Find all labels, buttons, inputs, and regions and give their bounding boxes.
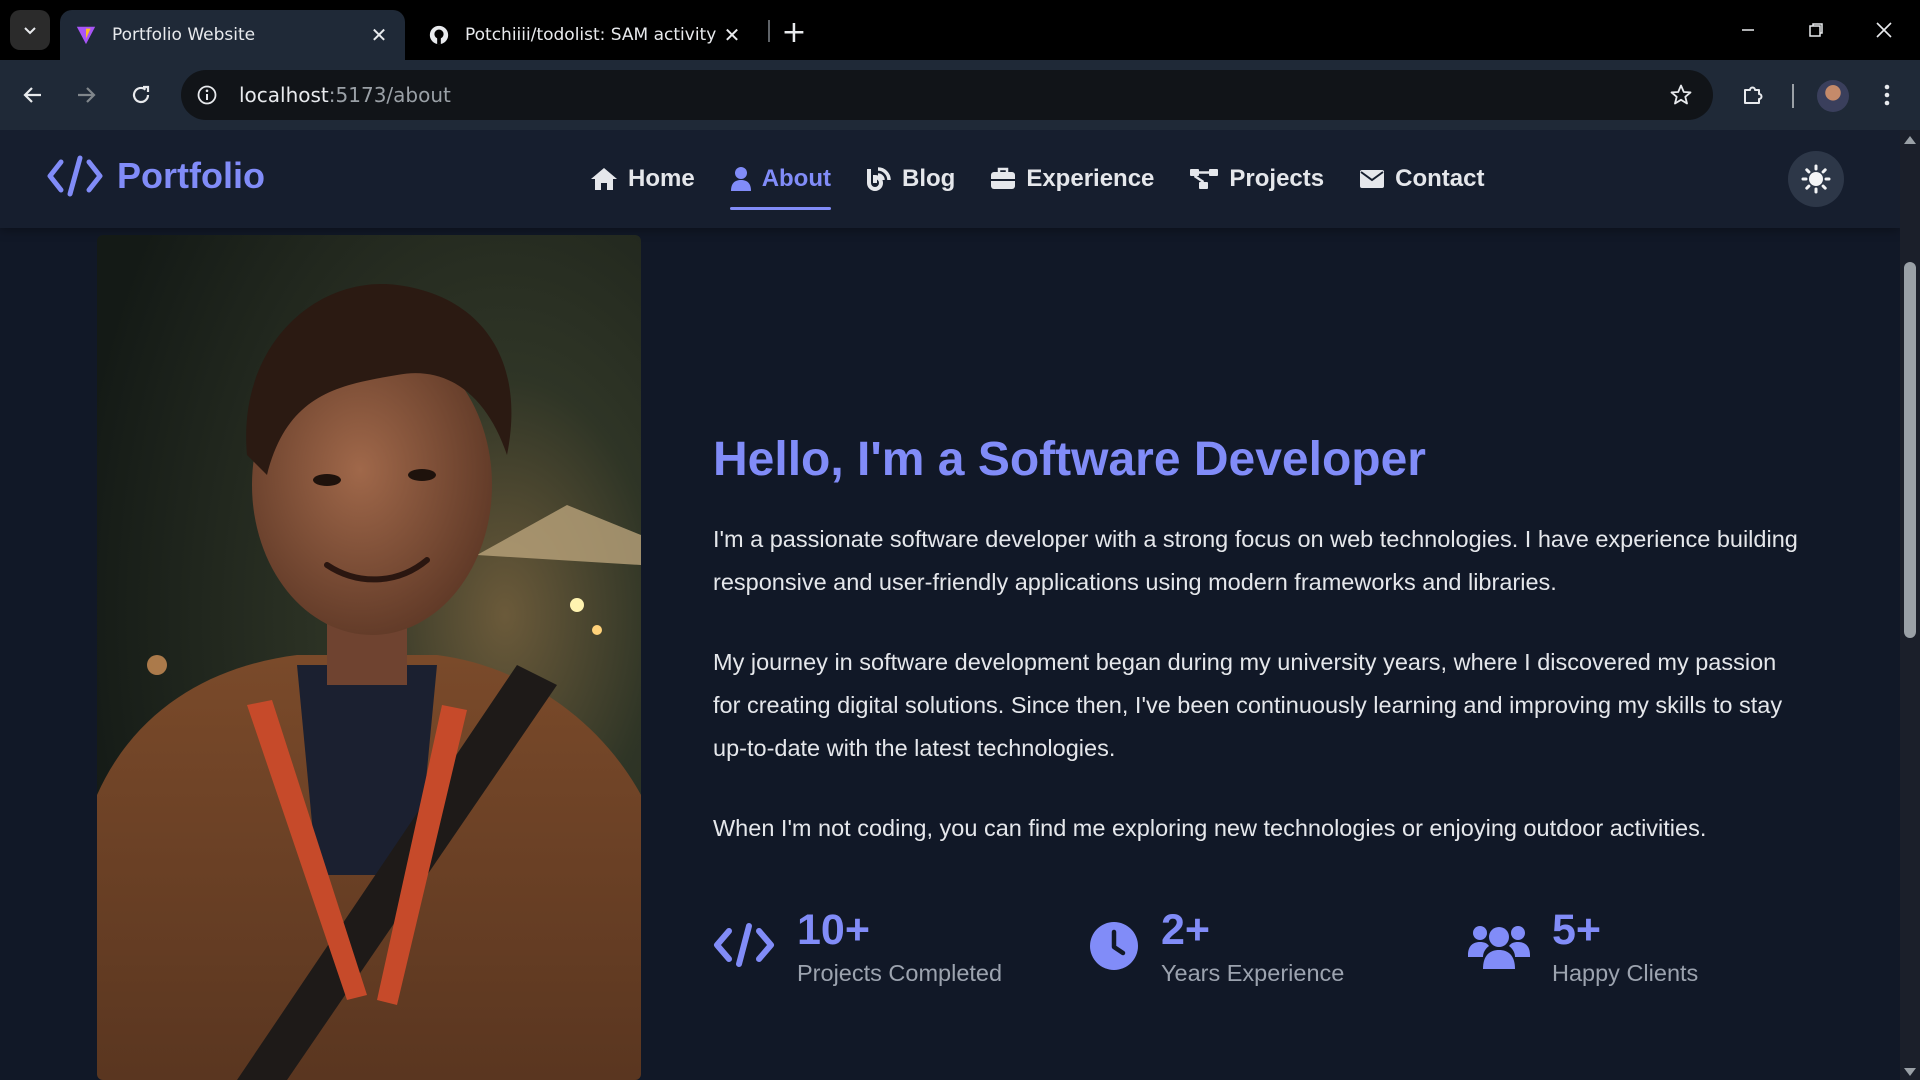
profile-avatar[interactable]	[1817, 80, 1849, 112]
about-paragraph: I'm a passionate software developer with…	[713, 526, 1798, 595]
forward-button[interactable]	[63, 72, 109, 118]
sun-icon	[1801, 164, 1831, 194]
toolbar-divider	[1792, 84, 1794, 108]
browser-toolbar: localhost:5173/about	[0, 60, 1920, 130]
tab-divider	[768, 20, 770, 42]
page-viewport: Portfolio Home About Blog Experience Pro…	[0, 130, 1900, 1080]
nav-blog[interactable]: Blog	[866, 130, 955, 228]
stat-label: Projects Completed	[797, 960, 1003, 986]
stat-label: Happy Clients	[1552, 960, 1699, 986]
theme-toggle-button[interactable]	[1788, 151, 1844, 207]
reload-icon	[132, 85, 150, 104]
nav-home[interactable]: Home	[590, 130, 695, 228]
scrollbar-thumb[interactable]	[1904, 262, 1916, 638]
url-host: localhost	[239, 83, 329, 107]
page-scrollbar[interactable]	[1900, 130, 1920, 1080]
github-icon	[427, 23, 451, 47]
nav-label: Contact	[1395, 165, 1485, 192]
browser-menu-button[interactable]	[1864, 72, 1910, 118]
puzzle-icon	[1744, 86, 1763, 104]
stat-clients: 5+ Happy Clients	[1468, 903, 1698, 989]
address-bar[interactable]: localhost:5173/about	[181, 70, 1713, 120]
tab-search-button[interactable]	[10, 10, 50, 50]
nav-projects[interactable]: Projects	[1189, 130, 1324, 228]
close-icon[interactable]: ✕	[720, 23, 744, 47]
nav-label: About	[761, 165, 831, 192]
reload-button[interactable]	[118, 72, 164, 118]
stat-projects: 10+ Projects Completed	[713, 903, 1002, 989]
project-diagram-icon	[1190, 169, 1219, 189]
about-headline: Hello, I'm a Software Developer	[713, 433, 1426, 486]
nav-about[interactable]: About	[729, 130, 832, 228]
blog-icon	[867, 167, 891, 191]
about-content: Hello, I'm a Software Developer I'm a pa…	[713, 430, 1803, 850]
arrow-left-icon	[23, 87, 41, 103]
stat-value: 5+	[1552, 906, 1602, 954]
url-path: :5173/about	[328, 83, 451, 107]
stat-label: Years Experience	[1161, 960, 1345, 986]
code-icon	[47, 154, 103, 198]
restore-button[interactable]	[1782, 0, 1850, 60]
close-window-button[interactable]	[1850, 0, 1918, 60]
users-icon	[1468, 921, 1530, 971]
briefcase-icon	[991, 167, 1016, 189]
nav-label: Experience	[1026, 165, 1155, 192]
close-icon	[1876, 22, 1892, 38]
minimize-icon	[1742, 29, 1754, 31]
extensions-button[interactable]	[1730, 72, 1776, 118]
nav-contact[interactable]: Contact	[1359, 130, 1484, 228]
about-paragraph: My journey in software development began…	[713, 649, 1783, 761]
tab-title: Potchiiii/todolist: SAM activity	[465, 25, 717, 45]
restore-icon	[1809, 23, 1823, 37]
about-paragraph: When I'm not coding, you can find me exp…	[713, 815, 1707, 841]
code-icon	[713, 921, 775, 969]
bookmark-star-icon[interactable]	[1665, 79, 1697, 111]
back-button[interactable]	[10, 72, 56, 118]
browser-tabstrip: Portfolio Website ✕ Potchiiii/todolist: …	[0, 0, 1920, 60]
envelope-icon	[1360, 170, 1385, 188]
url-text: localhost:5173/about	[239, 83, 451, 107]
scroll-down-icon[interactable]	[1904, 1068, 1916, 1076]
tab-github[interactable]: Potchiiii/todolist: SAM activity ✕	[413, 10, 758, 60]
stat-value: 2+	[1161, 906, 1211, 954]
arrow-right-icon	[78, 87, 96, 103]
nav-label: Blog	[902, 165, 956, 192]
site-logo[interactable]: Portfolio	[47, 154, 265, 198]
tab-portfolio[interactable]: Portfolio Website ✕	[60, 10, 405, 60]
nav-experience[interactable]: Experience	[990, 130, 1154, 228]
user-icon	[730, 167, 751, 191]
more-vertical-icon	[1884, 84, 1890, 106]
site-info-icon[interactable]	[189, 77, 225, 113]
logo-text: Portfolio	[117, 155, 265, 196]
vite-icon	[74, 23, 98, 47]
main-nav: Home About Blog Experience Projects Cont…	[590, 130, 1519, 228]
stats-row: 10+ Projects Completed 2+ Years Experien…	[713, 903, 1813, 1023]
nav-label: Home	[628, 165, 695, 192]
site-header: Portfolio Home About Blog Experience Pro…	[0, 130, 1900, 228]
nav-label: Projects	[1229, 165, 1325, 192]
profile-photo	[97, 235, 641, 1080]
close-icon[interactable]: ✕	[367, 23, 391, 47]
home-icon	[591, 168, 617, 190]
tab-title: Portfolio Website	[112, 25, 256, 45]
minimize-button[interactable]	[1714, 0, 1782, 60]
stat-experience: 2+ Years Experience	[1089, 903, 1344, 989]
new-tab-button[interactable]: +	[776, 14, 812, 50]
clock-icon	[1089, 921, 1139, 971]
stat-value: 10+	[797, 906, 870, 954]
chevron-down-icon	[24, 27, 36, 35]
scroll-up-icon[interactable]	[1904, 136, 1916, 144]
